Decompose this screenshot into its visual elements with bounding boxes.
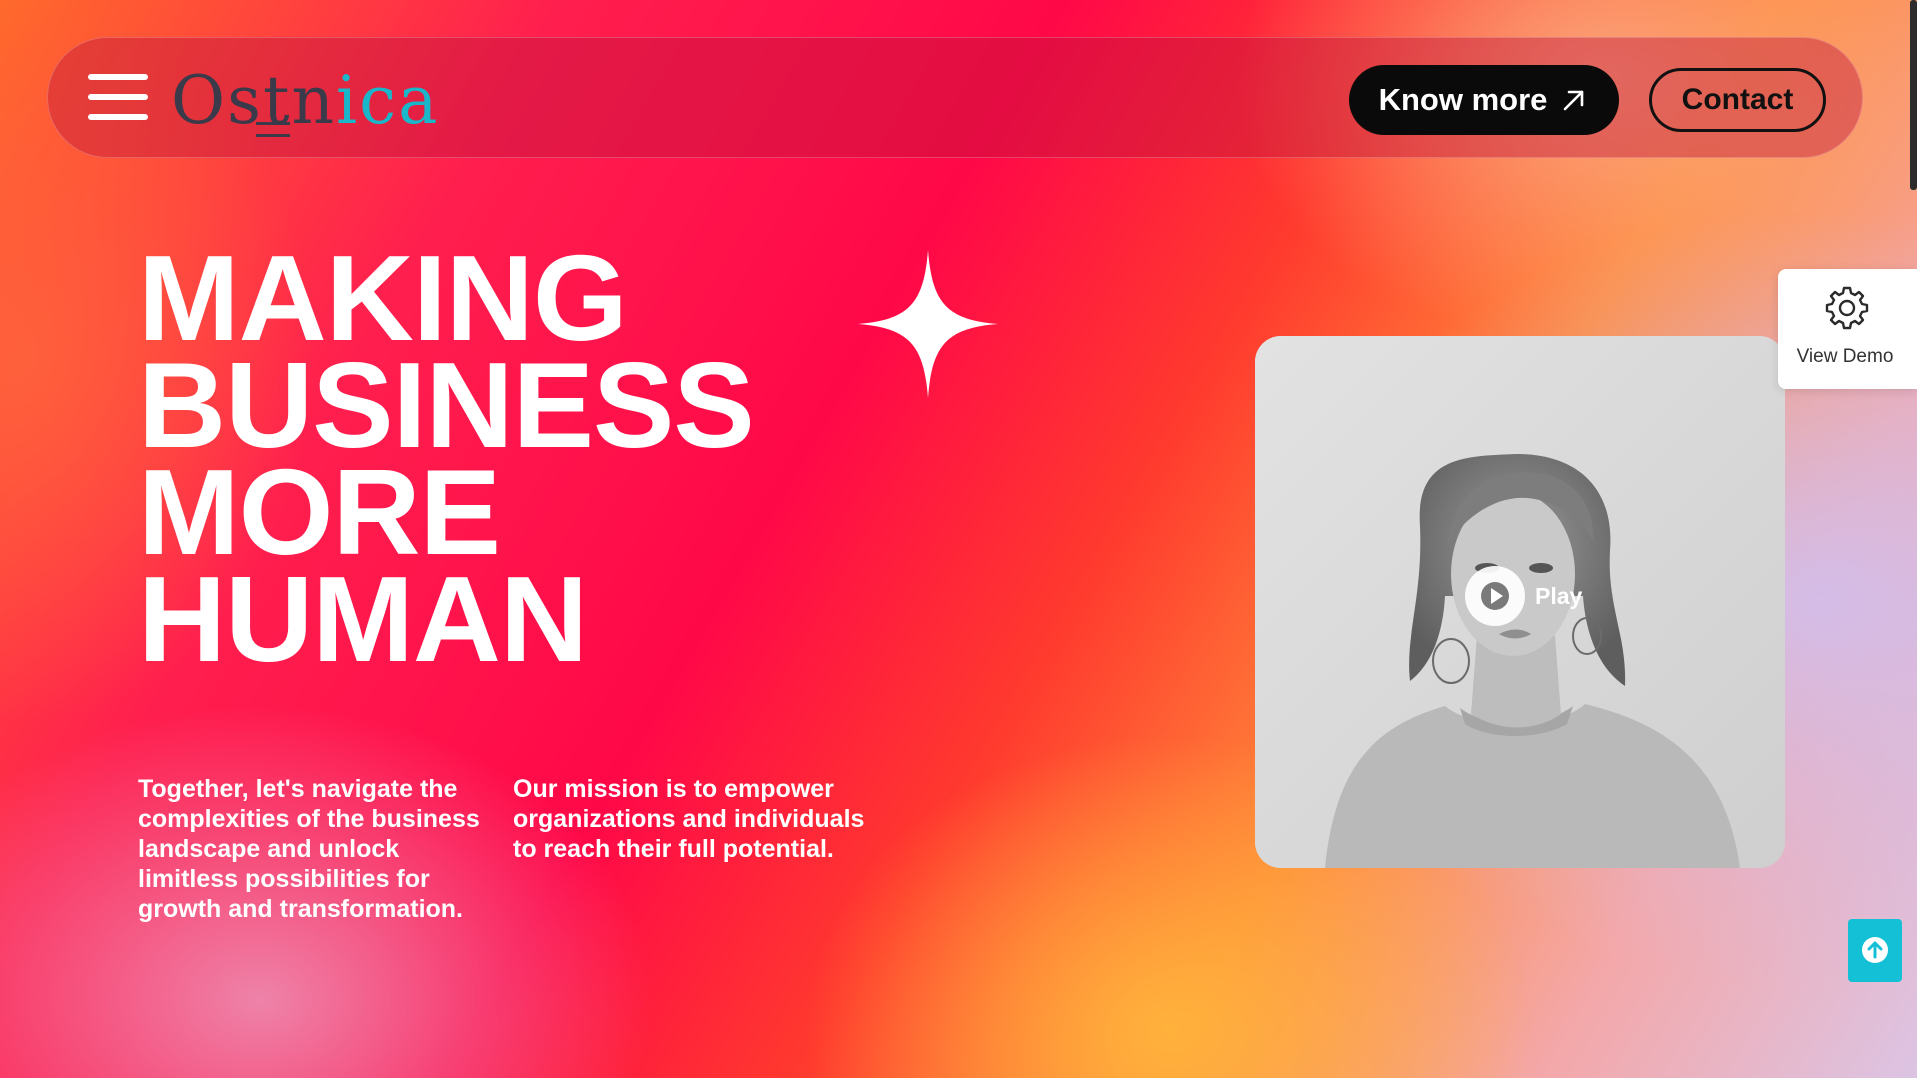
hero-title-line: BUSINESS [138,337,755,473]
back-to-top-button[interactable] [1848,919,1902,982]
arrow-up-right-icon [1564,90,1584,111]
hero-title-line: HUMAN [138,551,588,687]
arrow-up-circle-icon [1862,937,1888,963]
view-demo-label: View Demo [1796,346,1894,367]
logo-text-dark: Ostn [171,62,337,139]
four-point-star-icon [858,250,998,398]
top-navbar: Ostnica Know more Contact [47,37,1863,158]
logo[interactable]: Ostnica [171,56,439,146]
play-icon [1481,582,1509,610]
logo-underline-decoration [256,122,290,137]
hero-title: MAKING BUSINESS MORE HUMAN [138,230,755,687]
know-more-button[interactable]: Know more [1349,65,1619,135]
scrollbar-thumb[interactable] [1910,0,1917,190]
contact-button[interactable]: Contact [1649,68,1826,132]
view-demo-panel[interactable]: View Demo [1778,269,1917,389]
hero-title-line: MORE [138,444,501,580]
video-card[interactable]: Play [1255,336,1785,868]
know-more-label: Know more [1378,82,1548,117]
play-button[interactable] [1465,566,1525,626]
contact-label: Contact [1681,83,1794,116]
logo-text-teal: ica [336,62,440,139]
play-label[interactable]: Play [1535,582,1582,610]
gear-icon [1825,286,1869,330]
hero-title-line: MAKING [138,230,628,366]
hero-paragraph-right: Our mission is to empower organizations … [513,775,865,863]
hamburger-menu-icon[interactable] [88,74,148,120]
hero-paragraph-left: Together, let's navigate the complexitie… [138,775,480,923]
